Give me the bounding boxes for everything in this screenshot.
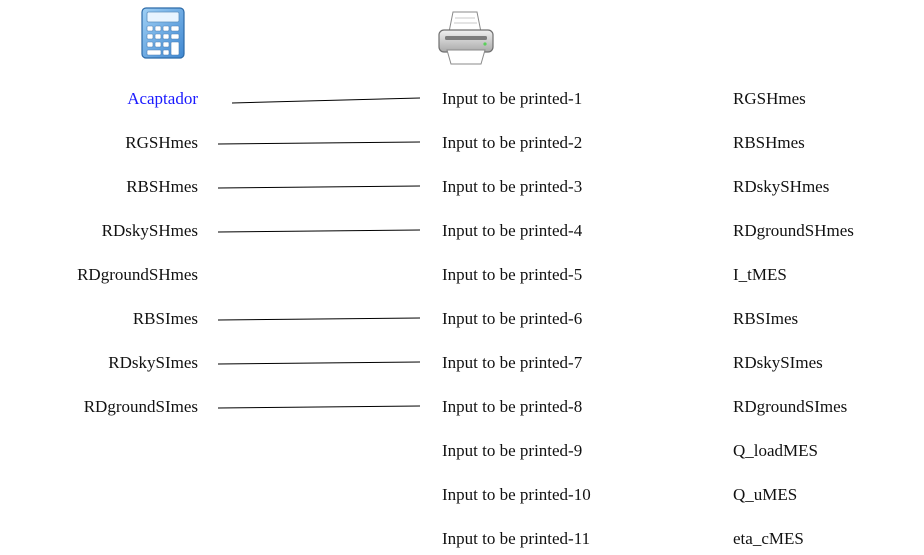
printer-input-value: RGSHmes [733,89,806,108]
source-output-label: RGSHmes [125,133,198,152]
connector-line [231,97,421,104]
printer-input-label: Input to be printed-6 [442,309,583,328]
connector-line [217,141,421,145]
printer-input-label: Input to be printed-1 [442,89,583,108]
printer-input-label: Input to be printed-11 [442,529,591,548]
printer-input-value: RDskySHmes [733,177,830,196]
printer-input-label: Input to be printed-8 [442,397,583,416]
source-output-label: RBSHmes [126,177,198,196]
source-output-label: RDgroundSImes [83,397,198,416]
printer-input-value: RBSImes [733,309,799,328]
printer-input-label: Input to be printed-2 [442,133,583,152]
printer-input-value: Q_loadMES [733,441,818,460]
source-output-label: RDgroundSHmes [77,265,198,284]
printer-input-label: Input to be printed-3 [442,177,583,196]
source-output-label: RBSImes [132,309,198,328]
printer-input-value: RDgroundSImes [733,397,848,416]
printer-input-value: RDskySImes [733,353,823,372]
printer-icon [437,10,494,66]
printer-input-label: Input to be printed-7 [442,353,583,372]
source-output-label: RDskySHmes [101,221,198,240]
printer-input-label: Input to be printed-5 [442,265,583,284]
source-title: Acaptador [127,89,198,108]
connector-line [217,185,421,189]
printer-input-label: Input to be printed-10 [442,485,591,504]
connector-line [217,361,421,365]
connector-line [217,405,421,409]
connector-line [217,317,421,321]
printer-input-value: RDgroundSHmes [733,221,854,240]
connector-line [217,229,421,233]
printer-input-label: Input to be printed-9 [442,441,583,460]
source-output-label: RDskySImes [108,353,198,372]
calculator-icon [138,6,190,62]
printer-input-value: Q_uMES [733,485,798,504]
printer-input-value: eta_cMES [733,529,804,548]
printer-input-value: I_tMES [733,265,787,284]
printer-input-value: RBSHmes [733,133,805,152]
printer-input-label: Input to be printed-4 [442,221,583,240]
